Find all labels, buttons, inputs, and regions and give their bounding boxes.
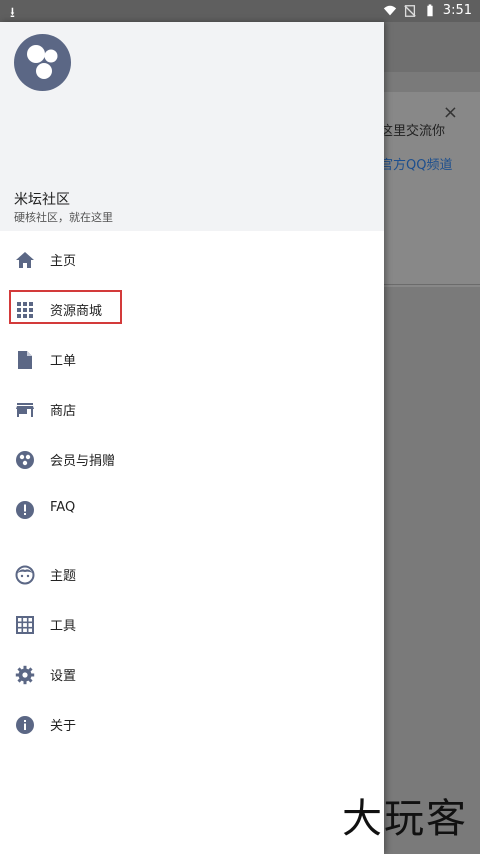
- menu-item-label: 关于: [50, 719, 77, 734]
- highlight-annotation-box: [9, 290, 122, 324]
- background-qq-channel-link[interactable]: 官方QQ频道: [380, 154, 452, 173]
- palette-icon: [16, 451, 34, 469]
- menu-item-about[interactable]: 关于: [0, 700, 384, 750]
- menu-item-membership-donation[interactable]: 会员与捐赠: [0, 435, 384, 485]
- no-sim-icon: [404, 4, 416, 17]
- background-notice-text: 这里交流你: [380, 124, 446, 139]
- watermark-text: 大玩客: [342, 796, 468, 842]
- status-bar: ⭳ 3:51: [0, 0, 480, 22]
- home-icon: [16, 252, 34, 268]
- menu-item-label: 商店: [50, 404, 77, 419]
- status-icons: 3:51: [383, 3, 472, 18]
- drawer-subtitle: 硬核社区，就在这里: [14, 211, 113, 224]
- avatar-logo-icon: [14, 34, 71, 91]
- drawer-header: 米坛社区 硬核社区，就在这里: [0, 22, 384, 231]
- menu-item-label: FAQ: [50, 500, 76, 515]
- alert-circle-icon: [16, 501, 34, 519]
- menu-item-label: 主页: [50, 254, 77, 269]
- menu-item-label: 主题: [50, 569, 77, 584]
- navigation-drawer[interactable]: 米坛社区 硬核社区，就在这里 主页 资源商城 工单 商店 会员与捐赠 FAQ 主…: [0, 22, 384, 854]
- document-icon: [18, 351, 32, 369]
- wifi-icon: [383, 5, 396, 15]
- face-icon: [15, 565, 35, 585]
- store-icon: [16, 403, 34, 417]
- menu-item-tickets[interactable]: 工单: [0, 335, 384, 385]
- menu-item-home[interactable]: 主页: [0, 235, 384, 285]
- drawer-title: 米坛社区: [14, 192, 70, 208]
- info-icon: [16, 716, 34, 734]
- menu-item-theme[interactable]: 主题: [0, 550, 384, 600]
- battery-icon: [427, 3, 433, 16]
- gear-icon: [15, 665, 35, 685]
- menu-item-tools[interactable]: 工具: [0, 600, 384, 650]
- close-icon[interactable]: ×: [443, 102, 458, 123]
- menu-item-settings[interactable]: 设置: [0, 650, 384, 700]
- menu-item-label: 设置: [50, 669, 77, 684]
- menu-item-faq[interactable]: FAQ: [0, 485, 384, 535]
- menu-item-label: 工单: [50, 354, 77, 369]
- menu-item-label: 工具: [50, 619, 77, 634]
- status-time: 3:51: [442, 3, 472, 18]
- menu-item-label: 会员与捐赠: [50, 454, 116, 469]
- menu-item-store[interactable]: 商店: [0, 385, 384, 435]
- table-grid-icon: [16, 616, 34, 634]
